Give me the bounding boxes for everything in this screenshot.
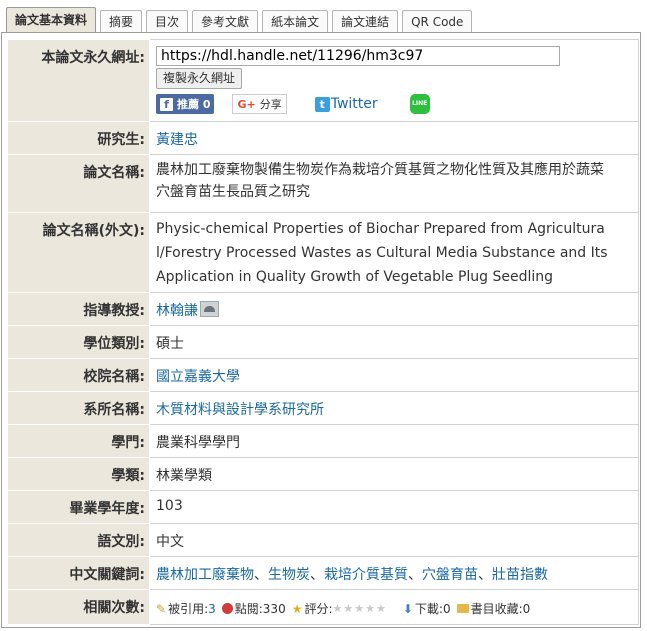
- keyword-separator: 、: [310, 567, 324, 583]
- title-en-line-2: l/Forestry Processed Wastes as Cultural …: [156, 245, 608, 261]
- keywords-label: 中文關鍵詞:: [69, 567, 145, 583]
- views-count: 330: [262, 601, 286, 616]
- discipline-label: 學門:: [111, 435, 145, 451]
- row-permalink: 本論文永久網址: 複製永久網址 f 推薦 0 G+分享 tTwitter LINE: [7, 39, 639, 122]
- rating-label: 評分:: [304, 602, 333, 616]
- row-title: 論文名稱: 農林加工廢棄物製備生物炭作為栽培介質基質之物化性質及其應用於蔬菜 穴…: [7, 154, 639, 213]
- bookmarks-count: 0: [522, 601, 531, 616]
- row-field: 學類: 林業學類: [7, 457, 639, 491]
- row-advisor: 指導教授: 林翰謙: [7, 292, 639, 326]
- facebook-icon: f: [160, 97, 173, 111]
- title-label: 論文名稱:: [83, 165, 145, 181]
- tab-bar: 論文基本資料 摘要 目次 參考文獻 紙本論文 論文連結 QR Code: [6, 7, 476, 32]
- row-school: 校院名稱: 國立嘉義大學: [7, 358, 639, 392]
- keyword-separator: 、: [254, 567, 268, 583]
- tab-print-thesis[interactable]: 紙本論文: [262, 10, 329, 32]
- title-line-1: 農林加工廢棄物製備生物炭作為栽培介質基質之物化性質及其應用於蔬菜: [156, 162, 604, 178]
- line-icon[interactable]: LINE: [409, 94, 430, 114]
- row-degree: 學位類別: 碩士: [7, 325, 639, 359]
- keyword-link[interactable]: 生物炭: [268, 567, 310, 583]
- folder-icon: [456, 604, 469, 613]
- stats-label: 相關次數:: [83, 600, 145, 616]
- language-value: 中文: [156, 534, 184, 550]
- keyword-separator: 、: [478, 567, 492, 583]
- bookmarks-label: 書目收藏:: [470, 602, 523, 616]
- discipline-value: 農業科學學門: [156, 435, 240, 451]
- degree-value: 碩士: [156, 336, 184, 352]
- title-line-2: 穴盤育苗生長品質之研究: [156, 184, 310, 200]
- info-panel: 本論文永久網址: 複製永久網址 f 推薦 0 G+分享 tTwitter LINE…: [1, 32, 641, 628]
- advisor-photo-icon[interactable]: [200, 301, 219, 317]
- row-stats: 相關次數: ✎ 被引用: 3 點閱: 330 ★ 評分: ★★★★★ ⬇ 下載: 0 …: [7, 589, 639, 625]
- language-label: 語文別:: [97, 534, 145, 550]
- year-value: 103: [156, 498, 183, 514]
- google-plus-icon: G+: [237, 97, 256, 111]
- star-icon: ★: [291, 601, 303, 616]
- share-bar: f 推薦 0 G+ 分享 t Twitter LINE: [156, 93, 632, 115]
- row-language: 語文別: 中文: [7, 523, 639, 557]
- row-department: 系所名稱: 木質材料與設計學系研究所: [7, 391, 639, 425]
- row-student: 研究生: 黃建忠: [7, 121, 639, 155]
- row-keywords: 中文關鍵詞: 農林加工廢棄物、生物炭、栽培介質基質、穴盤育苗、壯苗指數: [7, 556, 639, 590]
- keyword-separator: 、: [408, 567, 422, 583]
- title-en-line-1: Physic-chemical Properties of Biochar Pr…: [156, 221, 605, 237]
- permalink-input[interactable]: [156, 46, 560, 66]
- advisor-label: 指導教授:: [83, 303, 145, 319]
- keyword-link[interactable]: 栽培介質基質: [324, 567, 408, 583]
- facebook-share-button[interactable]: f 推薦 0: [156, 94, 215, 114]
- permalink-label: 本論文永久網址:: [41, 50, 145, 66]
- twitter-share-button[interactable]: t Twitter: [314, 96, 378, 112]
- view-dot-icon: [221, 603, 233, 614]
- field-label: 學類:: [111, 468, 145, 484]
- keyword-link[interactable]: 農林加工廢棄物: [156, 567, 254, 583]
- year-label: 畢業學年度:: [69, 501, 145, 517]
- school-link[interactable]: 國立嘉義大學: [156, 369, 240, 385]
- school-label: 校院名稱:: [83, 369, 145, 385]
- download-icon: ⬇: [402, 601, 413, 616]
- department-label: 系所名稱:: [83, 402, 145, 418]
- twitter-share-label: Twitter: [330, 96, 378, 112]
- google-plus-share-button[interactable]: G+ 分享: [232, 94, 287, 114]
- field-value: 林業學類: [156, 468, 212, 484]
- views-label: 點閱:: [234, 602, 263, 616]
- title-en-line-3: Application in Quality Growth of Vegetab…: [156, 269, 554, 285]
- row-year: 畢業學年度: 103: [7, 490, 639, 524]
- student-label: 研究生:: [97, 132, 145, 148]
- keyword-link[interactable]: 壯苗指數: [492, 567, 548, 583]
- title-en-label: 論文名稱(外文):: [42, 223, 145, 239]
- pencil-icon: ✎: [156, 601, 167, 616]
- advisor-link[interactable]: 林翰謙: [156, 303, 198, 319]
- downloads-count: 0: [442, 601, 451, 616]
- degree-label: 學位類別:: [83, 336, 145, 352]
- copy-permalink-button[interactable]: 複製永久網址: [156, 68, 243, 89]
- tab-qr-code[interactable]: QR Code: [402, 10, 473, 32]
- rating-stars[interactable]: ★★★★★: [333, 602, 387, 615]
- cited-count[interactable]: 3: [208, 602, 216, 616]
- tab-basic-info[interactable]: 論文基本資料: [6, 7, 97, 32]
- tab-thesis-link[interactable]: 論文連結: [332, 10, 399, 32]
- department-link[interactable]: 木質材料與設計學系研究所: [156, 402, 324, 418]
- tab-toc[interactable]: 目次: [146, 10, 189, 32]
- tab-abstract[interactable]: 摘要: [100, 10, 143, 32]
- downloads-label: 下載:: [414, 602, 443, 616]
- keyword-link[interactable]: 穴盤育苗: [422, 567, 478, 583]
- google-plus-share-label: 分享: [259, 98, 282, 111]
- cited-label: 被引用:: [168, 602, 209, 616]
- row-title-en: 論文名稱(外文): Physic-chemical Properties of …: [7, 212, 639, 293]
- stats-bar: ✎ 被引用: 3 點閱: 330 ★ 評分: ★★★★★ ⬇ 下載: 0 書目收藏: 0: [156, 590, 632, 617]
- facebook-share-label: 推薦 0: [177, 98, 211, 111]
- twitter-icon: t: [314, 96, 330, 112]
- row-discipline: 學門: 農業科學學門: [7, 424, 639, 458]
- student-link[interactable]: 黃建忠: [156, 132, 198, 148]
- tab-references[interactable]: 參考文獻: [192, 10, 259, 32]
- info-table: 本論文永久網址: 複製永久網址 f 推薦 0 G+分享 tTwitter LINE…: [7, 39, 639, 625]
